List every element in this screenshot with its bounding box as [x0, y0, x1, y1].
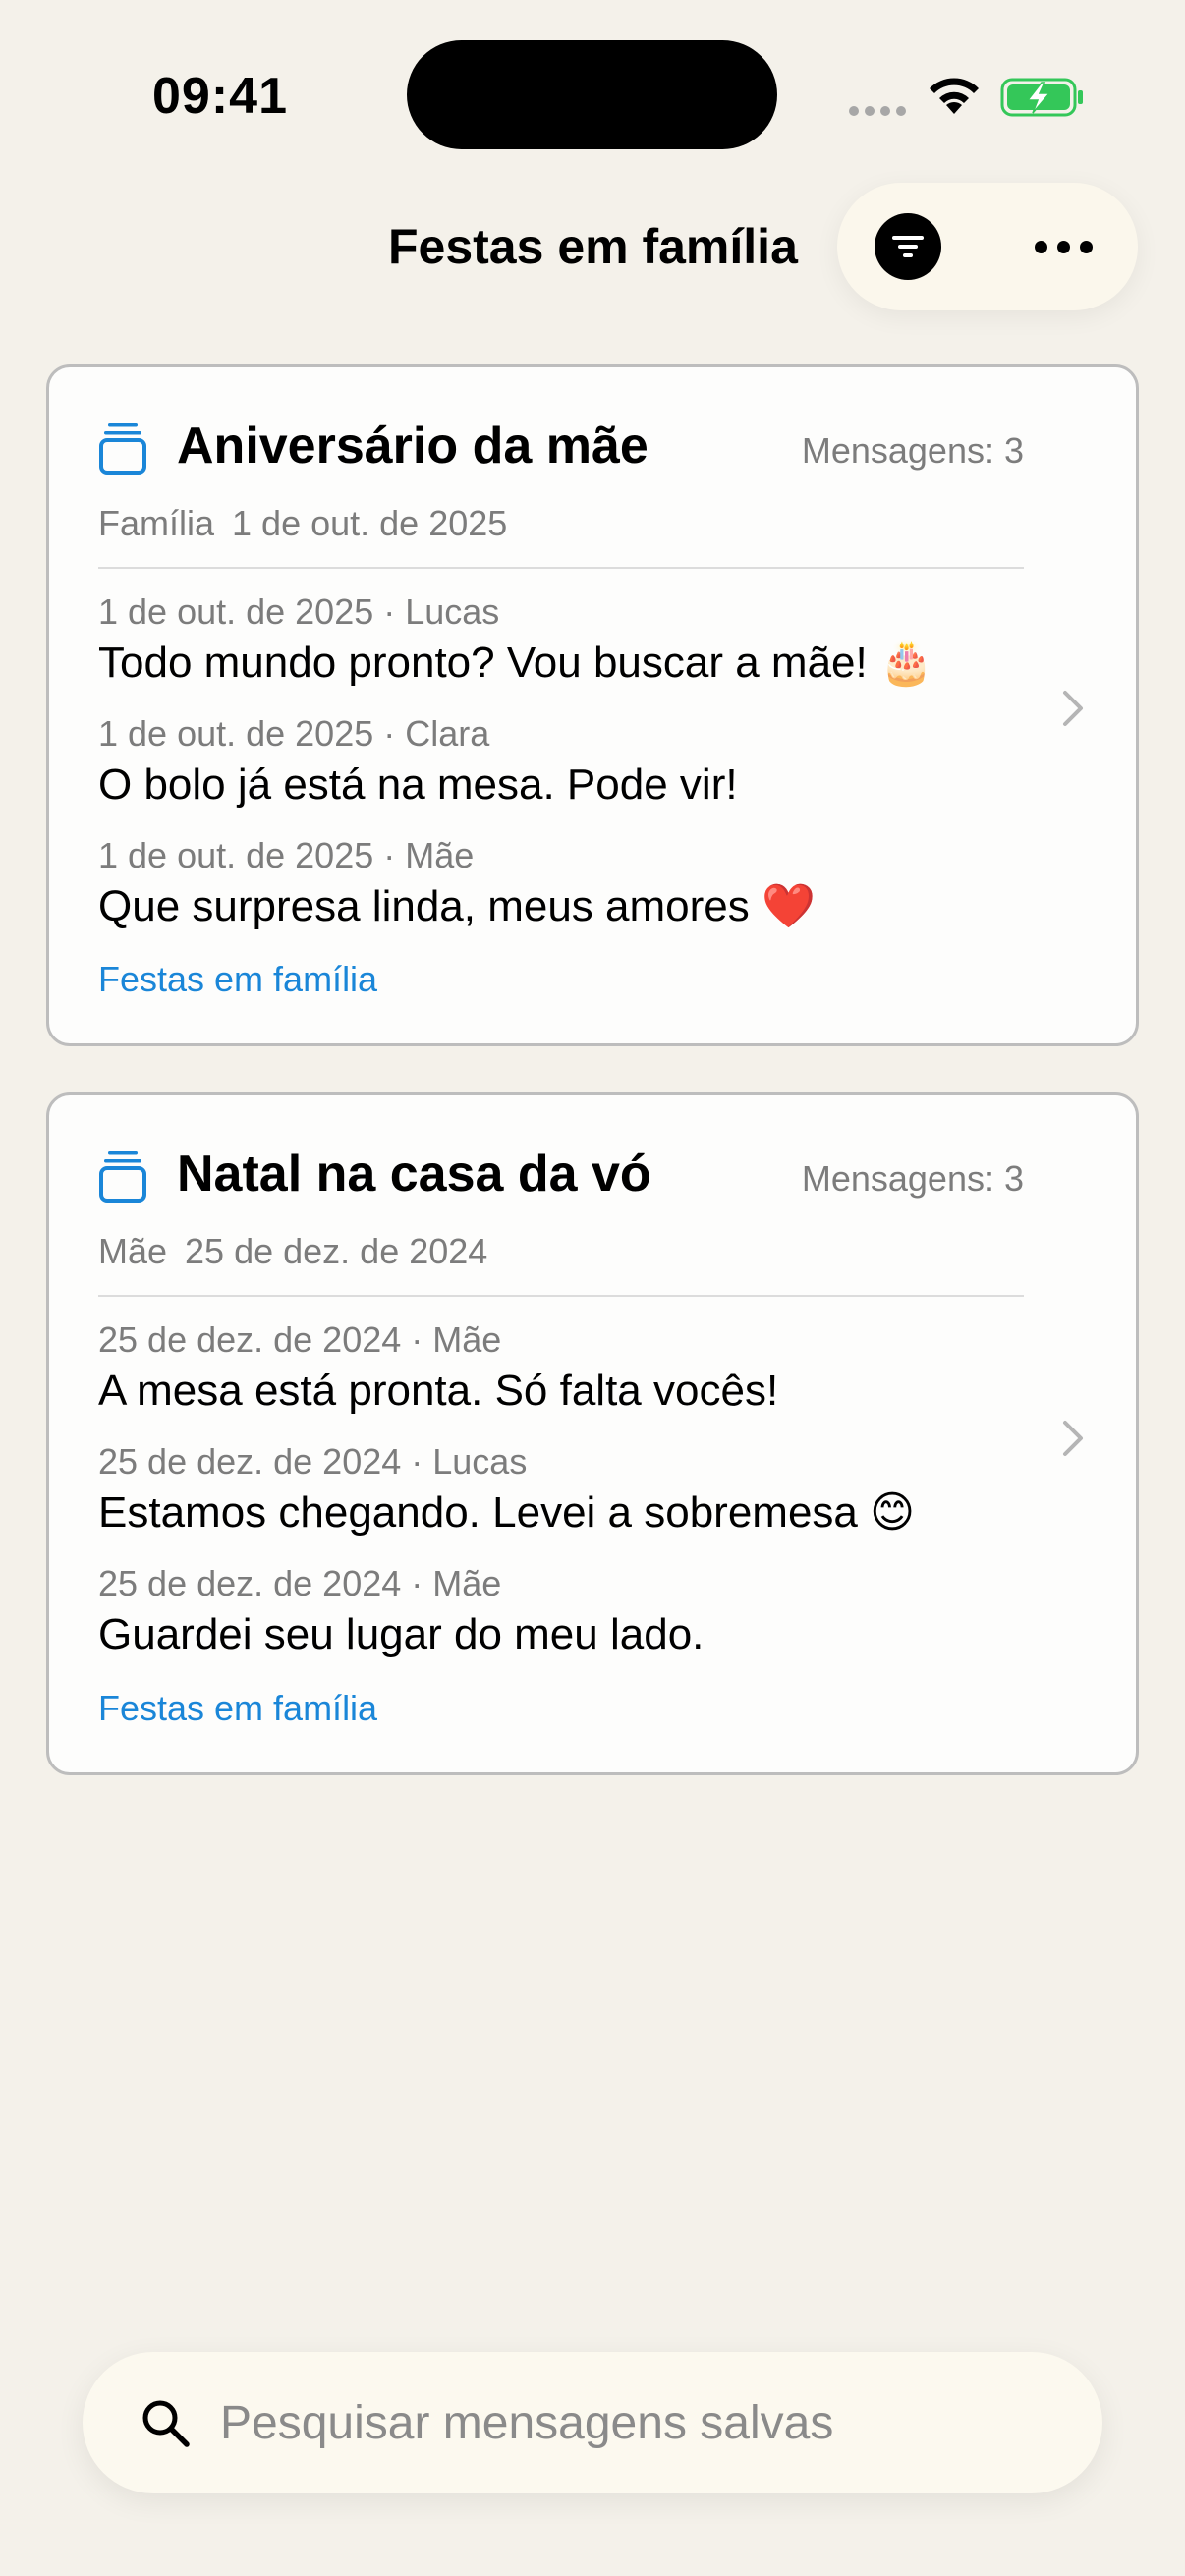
- stack-icon: [99, 1151, 146, 1203]
- message-text: O bolo já está na mesa. Pode vir!: [98, 760, 738, 809]
- message-meta: 25 de dez. de 2024 · Mãe: [98, 1563, 502, 1603]
- screen: 09:41 Festas em família Aniversário da m…: [0, 0, 1185, 2576]
- dynamic-island: [407, 40, 777, 149]
- search-icon: [142, 2400, 190, 2447]
- cellular-signal-icon: [849, 106, 906, 116]
- message-text: Todo mundo pronto? Vou buscar a mãe! 🎂: [98, 639, 933, 687]
- divider: [98, 1295, 1024, 1297]
- card-title: Aniversário da mãe: [177, 418, 649, 475]
- message-item: 1 de out. de 2025 · Clara O bolo já está…: [98, 712, 738, 812]
- message-item: 25 de dez. de 2024 · Mãe Guardei seu lug…: [98, 1562, 704, 1662]
- filter-lines-icon: [892, 236, 924, 257]
- message-item: 25 de dez. de 2024 · Lucas Estamos chega…: [98, 1440, 915, 1540]
- meta-label: Família: [98, 503, 215, 543]
- message-meta: 1 de out. de 2025 · Lucas: [98, 591, 500, 632]
- search-bar[interactable]: [83, 2352, 1102, 2493]
- message-item: 25 de dez. de 2024 · Mãe A mesa está pro…: [98, 1318, 778, 1419]
- message-meta: 25 de dez. de 2024 · Lucas: [98, 1441, 528, 1482]
- message-text: Estamos chegando. Levei a sobremesa 😊: [98, 1488, 915, 1537]
- page-title: Festas em família: [388, 219, 798, 274]
- collection-link[interactable]: Festas em família: [98, 1688, 377, 1729]
- header-actions: [837, 183, 1138, 310]
- card-title: Natal na casa da vó: [177, 1146, 651, 1203]
- battery-charging-icon: [1000, 78, 1083, 117]
- message-text: A mesa está pronta. Só falta vocês!: [98, 1367, 779, 1415]
- divider: [98, 567, 1024, 569]
- status-time: 09:41: [152, 68, 288, 125]
- card-meta: Mãe 25 de dez. de 2024: [98, 1231, 487, 1272]
- status-icons: [847, 73, 1083, 122]
- message-count: Mensagens: 3: [801, 430, 1024, 471]
- wifi-icon: [930, 78, 979, 114]
- collection-card[interactable]: Natal na casa da vó Mensagens: 3 Mãe 25 d…: [46, 1092, 1139, 1775]
- card-meta: Família 1 de out. de 2025: [98, 503, 507, 544]
- chevron-right-icon: [1063, 691, 1083, 726]
- message-item: 1 de out. de 2025 · Lucas Todo mundo pro…: [98, 590, 933, 691]
- meta-date: 1 de out. de 2025: [232, 503, 508, 543]
- message-meta: 25 de dez. de 2024 · Mãe: [98, 1319, 502, 1360]
- message-meta: 1 de out. de 2025 · Clara: [98, 713, 490, 754]
- message-count: Mensagens: 3: [801, 1158, 1024, 1199]
- stack-icon: [99, 423, 146, 475]
- message-meta: 1 de out. de 2025 · Mãe: [98, 835, 475, 875]
- message-text: Que surpresa linda, meus amores ❤️: [98, 882, 816, 930]
- filter-button[interactable]: [875, 213, 941, 280]
- meta-label: Mãe: [98, 1231, 168, 1271]
- ellipsis-icon: [1034, 240, 1047, 253]
- collection-card[interactable]: Aniversário da mãe Mensagens: 3 Família 1…: [46, 364, 1139, 1046]
- meta-date: 25 de dez. de 2024: [185, 1231, 488, 1271]
- chevron-right-icon: [1063, 1421, 1083, 1456]
- search-input[interactable]: [220, 2381, 1065, 2464]
- collection-link[interactable]: Festas em família: [98, 959, 377, 1000]
- message-text: Guardei seu lugar do meu lado.: [98, 1610, 705, 1658]
- more-options-button[interactable]: [1024, 213, 1102, 280]
- message-item: 1 de out. de 2025 · Mãe Que surpresa lin…: [98, 834, 816, 934]
